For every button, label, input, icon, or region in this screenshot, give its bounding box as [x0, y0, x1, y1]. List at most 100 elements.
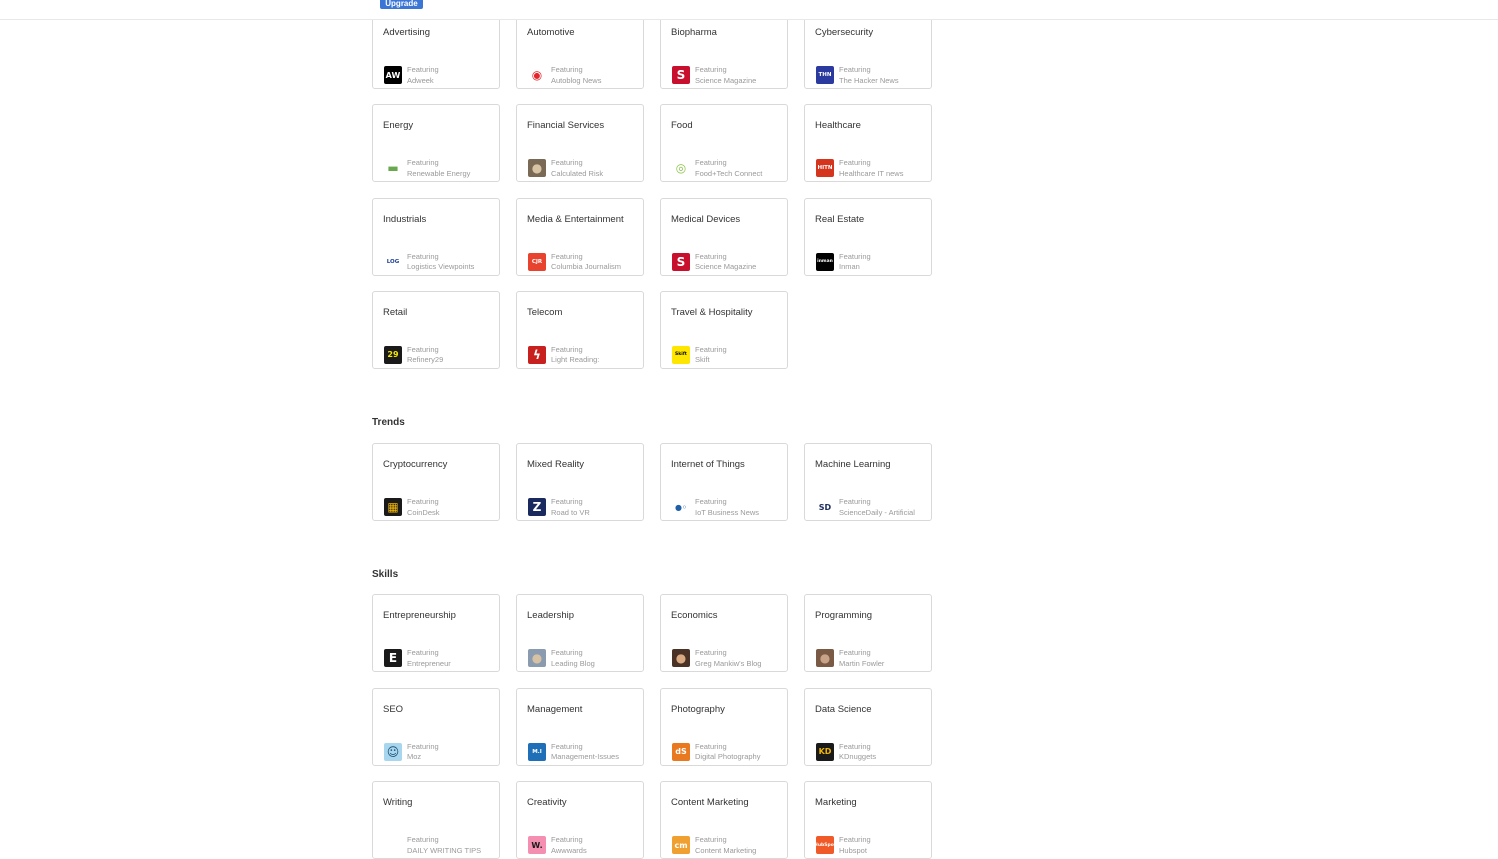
- topic-card[interactable]: Industrials LOG Featuring Logistics Viewpoi…: [372, 197, 500, 276]
- featuring-label: Featuring: [695, 648, 727, 657]
- topic-card-featuring: Featuring Healthcare IT news: [839, 158, 929, 179]
- featured-source-name: Food+Tech Connect: [695, 168, 763, 178]
- upgrade-button[interactable]: Upgrade: [380, 0, 423, 9]
- management-issues-logo-icon: M.I: [528, 742, 546, 761]
- cjr-logo-icon: CJR: [528, 252, 546, 271]
- topic-card[interactable]: Food ◎ Featuring Food+Tech Connect: [660, 104, 788, 183]
- refinery29-logo-icon: 29: [384, 345, 402, 364]
- featured-source-name: Road to VR: [551, 507, 590, 517]
- topic-card[interactable]: Content Marketing cm Featuring Content Mark…: [660, 781, 788, 859]
- featured-source-name: Martin Fowler: [839, 658, 885, 668]
- topic-card-title: Financial Services: [527, 120, 605, 132]
- featured-source-name: Adweek: [407, 75, 434, 85]
- topic-card-title: Biopharma: [671, 27, 717, 38]
- topic-card-title: Economics: [671, 610, 718, 621]
- topic-card[interactable]: Real Estate inman Featuring Inman: [804, 197, 932, 276]
- topic-card-featuring: Featuring Columbia Journalism: [551, 252, 641, 273]
- topic-card[interactable]: Programming ● Featuring Martin Fowler: [804, 594, 932, 672]
- topic-card-featuring: Featuring Road to VR: [551, 497, 641, 518]
- topic-card-featuring: Featuring Science Magazine: [695, 65, 785, 86]
- topic-card[interactable]: Travel & Hospitality Skift Featuring Skift: [660, 290, 788, 369]
- topic-card[interactable]: Economics ● Featuring Greg Mankiw's Blog: [660, 594, 788, 672]
- topic-card-title: Entrepreneurship: [383, 610, 456, 621]
- calculated-risk-avatar-icon: ●: [528, 159, 546, 178]
- adweek-logo-icon: AW: [384, 66, 402, 84]
- topic-card[interactable]: Machine Learning SD Featuring ScienceDaily …: [804, 443, 932, 521]
- topic-card[interactable]: Media & Entertainment CJR Featuring Columbi…: [516, 197, 644, 276]
- topic-card[interactable]: Financial Services ● Featuring Calculated R…: [516, 104, 644, 183]
- topic-card-featuring: Featuring Hubspot: [839, 835, 929, 856]
- featuring-label: Featuring: [695, 251, 727, 261]
- topic-card-featuring: Featuring Entrepreneur: [407, 648, 497, 669]
- martin-fowler-avatar-icon: ●: [816, 649, 834, 667]
- topic-card-title: Travel & Hospitality: [671, 306, 753, 318]
- featured-source-name: Content Marketing: [695, 845, 757, 855]
- logistics-viewpoints-logo-icon: LOG: [384, 252, 402, 271]
- featuring-label: Featuring: [695, 344, 727, 354]
- topic-card-title: Medical Devices: [671, 213, 741, 225]
- topic-card-featuring: Featuring CoinDesk: [407, 497, 497, 518]
- featured-source-name: DAILY WRITING TIPS: [407, 845, 482, 855]
- featured-source-name: Greg Mankiw's Blog: [695, 658, 762, 668]
- topic-card[interactable]: Internet of Things ●◦ Featuring IoT Busines…: [660, 443, 788, 521]
- featuring-label: Featuring: [407, 648, 439, 657]
- topic-card-featuring: Featuring Logistics Viewpoints: [407, 252, 497, 273]
- sciencedaily-logo-icon: SD: [816, 498, 834, 516]
- featured-source-name: CoinDesk: [407, 507, 440, 517]
- kdnuggets-logo-icon: KD: [816, 742, 834, 761]
- food-tech-connect-logo-icon: ◎: [672, 159, 690, 178]
- greg-mankiw-avatar-icon: ●: [672, 649, 690, 667]
- renewable-energy-logo-icon: ▬: [384, 159, 402, 178]
- featuring-label: Featuring: [695, 497, 727, 506]
- topic-card[interactable]: Energy ▬ Featuring Renewable Energy: [372, 104, 500, 183]
- featuring-label: Featuring: [839, 158, 871, 168]
- featuring-label: Featuring: [551, 158, 583, 168]
- topic-card-title: Cybersecurity: [815, 27, 874, 38]
- topic-card[interactable]: Retail 29 Featuring Refinery29: [372, 290, 500, 369]
- featured-source-name: Skift: [695, 355, 710, 365]
- topic-card[interactable]: Mixed Reality Z Featuring Road to VR: [516, 443, 644, 521]
- topic-card-featuring: Featuring Science Magazine: [695, 252, 785, 273]
- topic-card[interactable]: Advertising AW Featuring Adweek: [372, 11, 500, 89]
- topic-card-featuring: Featuring The Hacker News: [839, 65, 929, 86]
- road-to-vr-logo-icon: Z: [528, 498, 546, 516]
- featured-source-name: Moz: [407, 752, 422, 761]
- topic-card[interactable]: Healthcare HITN Featuring Healthcare IT new…: [804, 104, 932, 183]
- featured-source-name: Awwwards: [551, 845, 587, 855]
- topic-card-featuring: Featuring DAILY WRITING TIPS: [407, 835, 497, 856]
- topic-card[interactable]: Cybersecurity THN Featuring The Hacker News: [804, 11, 932, 89]
- skift-logo-icon: Skift: [672, 345, 690, 364]
- topic-card[interactable]: Cryptocurrency ▦ Featuring CoinDesk: [372, 443, 500, 521]
- topic-card-title: Programming: [815, 610, 873, 621]
- science-magazine-logo-icon: S: [672, 66, 690, 84]
- healthcare-it-news-logo-icon: HITN: [816, 159, 834, 178]
- topic-card-title: Management: [527, 703, 583, 715]
- featured-source-name: Digital Photography: [695, 752, 761, 761]
- featured-source-name: Science Magazine: [695, 75, 757, 85]
- topic-card[interactable]: Photography dS Featuring Digital Photograph…: [660, 687, 788, 766]
- topic-card-featuring: Featuring Calculated Risk: [551, 158, 641, 179]
- topic-card-title: SEO: [383, 703, 404, 715]
- topic-card[interactable]: SEO ☺ Featuring Moz: [372, 687, 500, 766]
- topic-card[interactable]: Marketing HubSpot FeaturingHubspot: [804, 781, 932, 859]
- featured-source-name: Light Reading:: [551, 355, 600, 365]
- topic-card[interactable]: Entrepreneurship E Featuring Entrepreneur: [372, 594, 500, 672]
- topic-card[interactable]: Medical Devices S Featuring Science Magazin…: [660, 197, 788, 276]
- topic-card-featuring: Featuring Skift: [695, 345, 785, 366]
- trends-section-title: Trends: [372, 417, 405, 428]
- topic-card[interactable]: Creativity W. Featuring Awwwards: [516, 781, 644, 859]
- featuring-label: Featuring: [407, 65, 439, 74]
- topic-card[interactable]: Biopharma S Featuring Science Magazine: [660, 11, 788, 89]
- topic-card[interactable]: Telecom ϟ Featuring Light Reading:: [516, 290, 644, 369]
- topic-card[interactable]: Leadership ● Featuring Leading Blog: [516, 594, 644, 672]
- topic-card[interactable]: Management M.I Featuring Management-Issues: [516, 687, 644, 766]
- topic-card[interactable]: Automotive ◉ Featuring Autoblog News: [516, 11, 644, 89]
- topic-card[interactable]: Data Science KD Featuring KDnuggets: [804, 687, 932, 766]
- featuring-label: Featuring: [695, 741, 727, 751]
- topic-card-featuring: Featuring Renewable Energy: [407, 158, 497, 179]
- topic-card-title: Food: [671, 120, 693, 132]
- featuring-label: Featuring: [407, 741, 439, 751]
- topic-card[interactable]: Writing Featuring DAILY WRITING TIPS: [372, 781, 500, 859]
- featuring-label: Featuring: [551, 497, 583, 506]
- topic-card-title: Content Marketing: [671, 797, 749, 808]
